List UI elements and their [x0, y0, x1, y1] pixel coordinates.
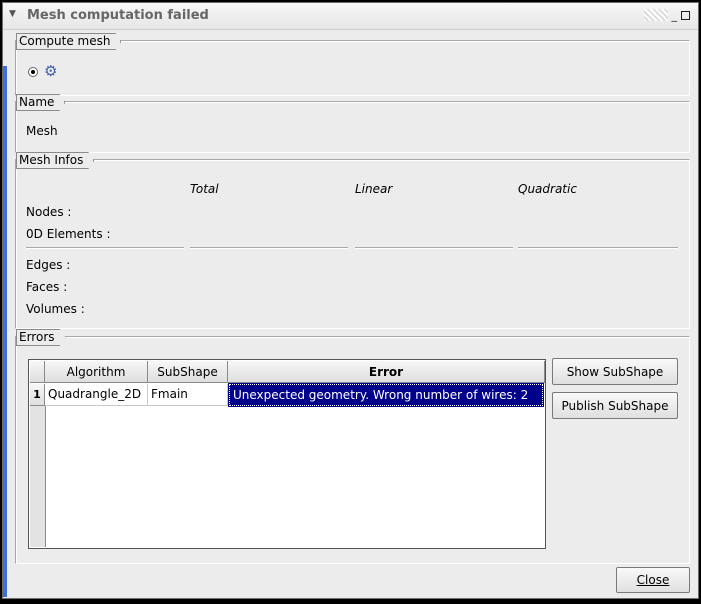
- errors-group-label: Errors: [16, 329, 66, 346]
- name-group-label: Name: [16, 94, 65, 111]
- column-header-algorithm[interactable]: Algorithm: [45, 361, 148, 383]
- name-group: Name Mesh: [15, 101, 690, 153]
- compute-mesh-group-label: Compute mesh: [16, 33, 121, 50]
- row-volumes: Volumes :: [26, 302, 85, 316]
- mesh-name-value: Mesh: [26, 124, 58, 138]
- window-title: Mesh computation failed: [27, 8, 209, 23]
- column-linear: Linear: [355, 182, 393, 196]
- minimize-icon[interactable]: _: [672, 9, 678, 22]
- window-menu-icon[interactable]: ▼: [9, 9, 19, 19]
- row-0d-elements: 0D Elements :: [26, 227, 111, 241]
- separator: [355, 247, 513, 249]
- shade-icon[interactable]: [643, 9, 668, 21]
- column-total: Total: [190, 182, 219, 196]
- accent-bar: [3, 66, 7, 597]
- compute-mesh-radio[interactable]: [28, 67, 38, 77]
- errors-table[interactable]: Algorithm SubShape Error 1 Quadrangle_2D…: [28, 359, 546, 549]
- row-header-area: [30, 406, 46, 547]
- mesh-infos-group: Mesh Infos Total Linear Quadratic Nodes …: [15, 159, 690, 329]
- window-controls: _: [643, 8, 690, 22]
- mesh-infos-group-label: Mesh Infos: [16, 152, 94, 169]
- title-bar[interactable]: ▼ Mesh computation failed _: [3, 3, 698, 30]
- dialog-window: ▼ Mesh computation failed _ Compute mesh…: [2, 2, 699, 599]
- compute-mesh-group: Compute mesh ⚙: [15, 40, 690, 96]
- show-subshape-button[interactable]: Show SubShape: [552, 358, 678, 385]
- column-header-error[interactable]: Error: [228, 361, 545, 383]
- separator: [190, 247, 348, 249]
- column-quadratic: Quadratic: [518, 182, 577, 196]
- cell-error[interactable]: Unexpected geometry. Wrong number of wir…: [228, 383, 544, 407]
- cell-subshape[interactable]: Fmain: [148, 384, 228, 406]
- separator: [26, 247, 184, 249]
- publish-subshape-button[interactable]: Publish SubShape: [552, 392, 678, 419]
- close-button[interactable]: Close: [616, 567, 690, 593]
- row-nodes: Nodes :: [26, 205, 72, 219]
- table-corner: [30, 361, 45, 383]
- column-header-subshape[interactable]: SubShape: [148, 361, 228, 383]
- separator: [518, 247, 678, 249]
- row-edges: Edges :: [26, 258, 71, 272]
- maximize-icon[interactable]: [681, 10, 690, 20]
- row-header[interactable]: 1: [30, 384, 45, 406]
- gear-icon: ⚙: [44, 62, 58, 80]
- cell-algorithm[interactable]: Quadrangle_2D: [45, 384, 148, 406]
- row-faces: Faces :: [26, 280, 68, 294]
